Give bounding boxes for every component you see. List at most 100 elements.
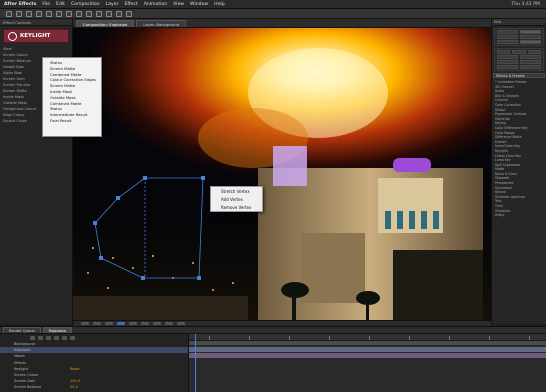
snapshot-button[interactable] xyxy=(105,322,113,325)
lower-building xyxy=(301,233,365,303)
hand-tool-icon[interactable] xyxy=(16,10,22,17)
camera-tool-icon[interactable] xyxy=(46,10,52,17)
menu-file[interactable]: File xyxy=(42,2,50,7)
camera-view-select[interactable] xyxy=(165,322,173,325)
ruler-tick xyxy=(209,336,210,340)
effects-list-item[interactable]: Utility xyxy=(495,213,546,218)
layer-name: Keylight xyxy=(14,366,29,371)
pan-behind-tool-icon[interactable] xyxy=(56,10,62,17)
menu-view[interactable]: View xyxy=(173,2,184,7)
menu-layer[interactable]: Layer xyxy=(106,2,119,7)
preview-option[interactable] xyxy=(497,65,518,69)
neon-dome xyxy=(393,158,431,172)
motion-blur-icon[interactable] xyxy=(62,335,67,340)
work-area-bar[interactable] xyxy=(189,341,546,345)
timecode-display[interactable] xyxy=(117,322,125,325)
info-block xyxy=(494,28,544,46)
menu-help[interactable]: Help xyxy=(214,2,224,7)
keylight-logo-icon xyxy=(8,31,17,41)
current-time-indicator[interactable] xyxy=(195,334,196,392)
layer-duration-bar[interactable] xyxy=(189,353,546,358)
effect-controls-tab[interactable]: Effect Controls xyxy=(0,19,72,26)
clone-tool-icon[interactable] xyxy=(106,10,112,17)
layer-name: Screen Colour xyxy=(14,373,39,378)
preview-controls-block xyxy=(494,48,544,71)
time-ruler[interactable] xyxy=(189,334,546,341)
graph-editor-icon[interactable] xyxy=(70,335,75,340)
foreground-buildings xyxy=(73,296,248,320)
text-tool-icon[interactable] xyxy=(86,10,92,17)
grid-toggle[interactable] xyxy=(93,322,101,325)
info-field xyxy=(520,30,541,34)
layer-value[interactable]: 50.0 xyxy=(70,385,78,389)
views-layout-select[interactable] xyxy=(177,322,185,325)
tools-bar xyxy=(0,9,546,19)
shy-icon[interactable] xyxy=(46,335,51,340)
preview-button[interactable] xyxy=(497,50,511,54)
preview-option[interactable] xyxy=(520,60,541,64)
preview-button[interactable] xyxy=(512,50,526,54)
timeline-row[interactable]: Screen Balance 50.0 xyxy=(0,384,188,390)
ruler-tick xyxy=(489,336,490,340)
menu-edit[interactable]: Edit xyxy=(56,2,65,7)
mask-context-menu: Stretch Vertex Add Vertex Remove Vertex xyxy=(210,186,263,212)
pen-tool-icon[interactable] xyxy=(76,10,82,17)
keylight-header: KEYLIGHT xyxy=(3,29,69,43)
magnification-control[interactable] xyxy=(81,322,89,325)
composition-viewer[interactable] xyxy=(73,28,491,320)
timeline-toolbar xyxy=(0,334,188,341)
transparency-toggle[interactable] xyxy=(153,322,161,325)
layer-name: Background xyxy=(14,342,35,347)
ruler-tick xyxy=(249,336,250,340)
effects-presets-header[interactable]: Effects & Presets xyxy=(493,73,545,78)
layer-value[interactable]: Reset xyxy=(70,367,80,371)
menu-effect[interactable]: Effect xyxy=(124,2,137,7)
ruler-tick xyxy=(329,336,330,340)
rotate-tool-icon[interactable] xyxy=(36,10,42,17)
menu-composition[interactable]: Composition xyxy=(71,2,100,7)
menu-app[interactable]: After Effects xyxy=(4,2,36,7)
region-toggle[interactable] xyxy=(141,322,149,325)
info-panel-tab[interactable]: Info xyxy=(492,19,546,26)
info-field xyxy=(497,30,518,34)
eraser-tool-icon[interactable] xyxy=(116,10,122,17)
search-icon[interactable] xyxy=(30,335,35,340)
ruler-tick xyxy=(449,336,450,340)
frame-blend-icon[interactable] xyxy=(54,335,59,340)
layer-duration-bar[interactable] xyxy=(189,347,546,352)
preview-option[interactable] xyxy=(520,55,541,59)
preview-option[interactable] xyxy=(520,65,541,69)
timeline-tab-bar: Render Queue Explosion xyxy=(0,327,546,334)
context-menu-item-add-vertex[interactable]: Add Vertex xyxy=(221,196,262,204)
right-panel: Info Effects & Presets * Animation Prese… xyxy=(491,19,546,324)
layer-value[interactable]: 100.0 xyxy=(70,379,80,383)
context-menu-item-stretch-vertex[interactable]: Stretch Vertex xyxy=(221,188,262,196)
tab-explosion-comp[interactable]: Explosion xyxy=(42,327,72,333)
layer-name: Explosion xyxy=(14,348,31,353)
resolution-select[interactable] xyxy=(129,322,137,325)
menu-animation[interactable]: Animation xyxy=(144,2,167,7)
timeline-tracks[interactable] xyxy=(188,334,546,392)
menu-bar: After Effects File Edit Composition Laye… xyxy=(0,0,546,9)
ruler-tick xyxy=(289,336,290,340)
draft-3d-icon[interactable] xyxy=(38,335,43,340)
preview-option[interactable] xyxy=(497,60,518,64)
puppet-tool-icon[interactable] xyxy=(126,10,132,17)
mask-tool-icon[interactable] xyxy=(66,10,72,17)
menu-window[interactable]: Window xyxy=(190,2,208,7)
info-field xyxy=(497,35,518,39)
dropdown-item[interactable]: Final Result xyxy=(50,118,101,124)
preview-button[interactable] xyxy=(527,50,541,54)
preview-option[interactable] xyxy=(497,55,518,59)
tab-render-queue[interactable]: Render Queue xyxy=(3,327,41,333)
tab-layer[interactable]: Layer: Background xyxy=(136,20,187,27)
layer-name: Effects xyxy=(14,360,26,365)
info-field xyxy=(497,40,518,44)
selection-tool-icon[interactable] xyxy=(6,10,12,17)
context-menu-item-remove-vertex[interactable]: Remove Vertex xyxy=(221,204,262,212)
neon-tower-left xyxy=(273,146,307,186)
brush-tool-icon[interactable] xyxy=(96,10,102,17)
tab-composition[interactable]: Composition: Explosion xyxy=(76,20,135,27)
layer-name: Screen Gain xyxy=(14,379,36,384)
zoom-tool-icon[interactable] xyxy=(26,10,32,17)
